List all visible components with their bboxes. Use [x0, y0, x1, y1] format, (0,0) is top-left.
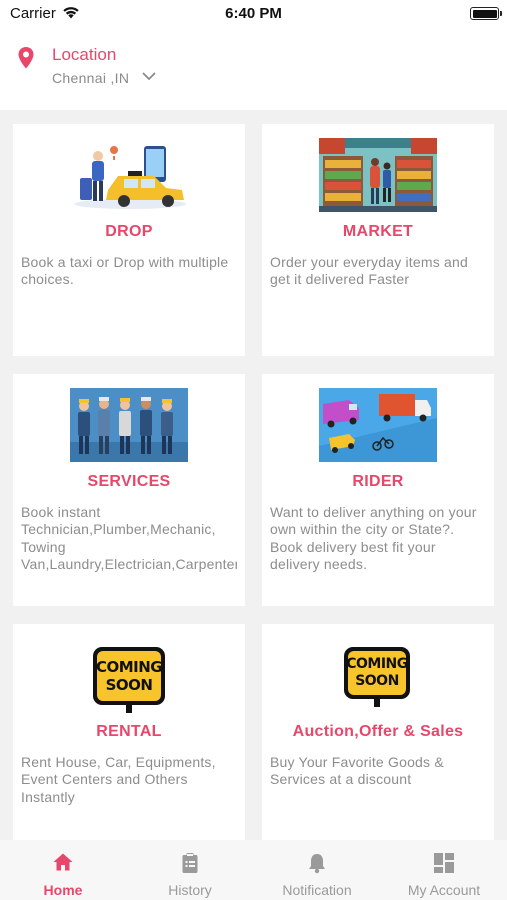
service-description: Book instant Technician,Plumber,Mechanic… — [21, 504, 237, 573]
service-card-auction[interactable]: COMING SOON Auction,Offer & Sales Buy Yo… — [262, 624, 494, 840]
service-card-rider[interactable]: RIDER Want to deliver anything on your o… — [262, 374, 494, 606]
service-description: Order your everyday items and get it del… — [270, 254, 468, 288]
location-title: Location — [52, 45, 117, 64]
chevron-down-icon[interactable] — [141, 71, 157, 81]
technicians-illustration — [70, 388, 188, 462]
home-icon — [53, 853, 73, 871]
tab-my-account[interactable]: My Account — [381, 840, 507, 900]
battery-icon — [470, 7, 502, 20]
coming-soon-sign: COMING SOON — [344, 647, 410, 707]
clipboard-icon — [182, 853, 198, 873]
coming-soon-sign: COMING SOON — [93, 647, 165, 713]
dashboard-icon — [434, 853, 454, 873]
service-title: Auction,Offer & Sales — [292, 723, 464, 740]
service-card-rental[interactable]: COMING SOON RENTAL Rent House, Car, Equi… — [13, 624, 245, 840]
service-description: Want to deliver anything on your own wit… — [270, 504, 477, 573]
badge-line-2: SOON — [105, 676, 153, 694]
tab-label: My Account — [407, 882, 481, 898]
taxi-illustration — [70, 138, 188, 212]
service-description: Book a taxi or Drop with multiple choice… — [21, 254, 229, 288]
service-card-market[interactable]: MARKET Order your everyday items and get… — [262, 124, 494, 356]
service-title: RENTAL — [96, 723, 162, 740]
location-city: Chennai ,IN — [52, 70, 130, 86]
tab-history[interactable]: History — [127, 840, 253, 900]
badge-line-1: COMING — [95, 658, 163, 676]
market-illustration — [319, 138, 437, 212]
service-description: Buy Your Favorite Goods & Services at a … — [270, 754, 444, 788]
tab-label: Notification — [282, 882, 352, 898]
tab-label: Home — [43, 882, 83, 898]
service-description: Rent House, Car, Equipments, Event Cente… — [21, 754, 216, 805]
bell-icon — [309, 854, 325, 874]
service-title: RIDER — [352, 473, 404, 490]
service-title: DROP — [105, 223, 153, 240]
service-title: SERVICES — [87, 473, 171, 490]
badge-line-1: COMING — [346, 656, 408, 672]
delivery-vehicles-illustration — [319, 388, 437, 462]
service-title: MARKET — [342, 223, 414, 240]
tab-home[interactable]: Home — [0, 840, 126, 900]
location-selector[interactable]: Location Chennai ,IN — [0, 26, 507, 110]
status-bar: Carrier 6:40 PM — [0, 0, 507, 26]
location-pin-icon — [18, 47, 34, 69]
service-card-drop[interactable]: DROP Book a taxi or Drop with multiple c… — [13, 124, 245, 356]
bottom-tab-bar: Home History Notification My Account — [0, 840, 507, 900]
clock: 6:40 PM — [225, 5, 282, 22]
tab-label: History — [168, 882, 212, 898]
service-card-services[interactable]: SERVICES Book instant Technician,Plumber… — [13, 374, 245, 606]
tab-notification[interactable]: Notification — [254, 840, 380, 900]
badge-line-2: SOON — [355, 673, 399, 689]
